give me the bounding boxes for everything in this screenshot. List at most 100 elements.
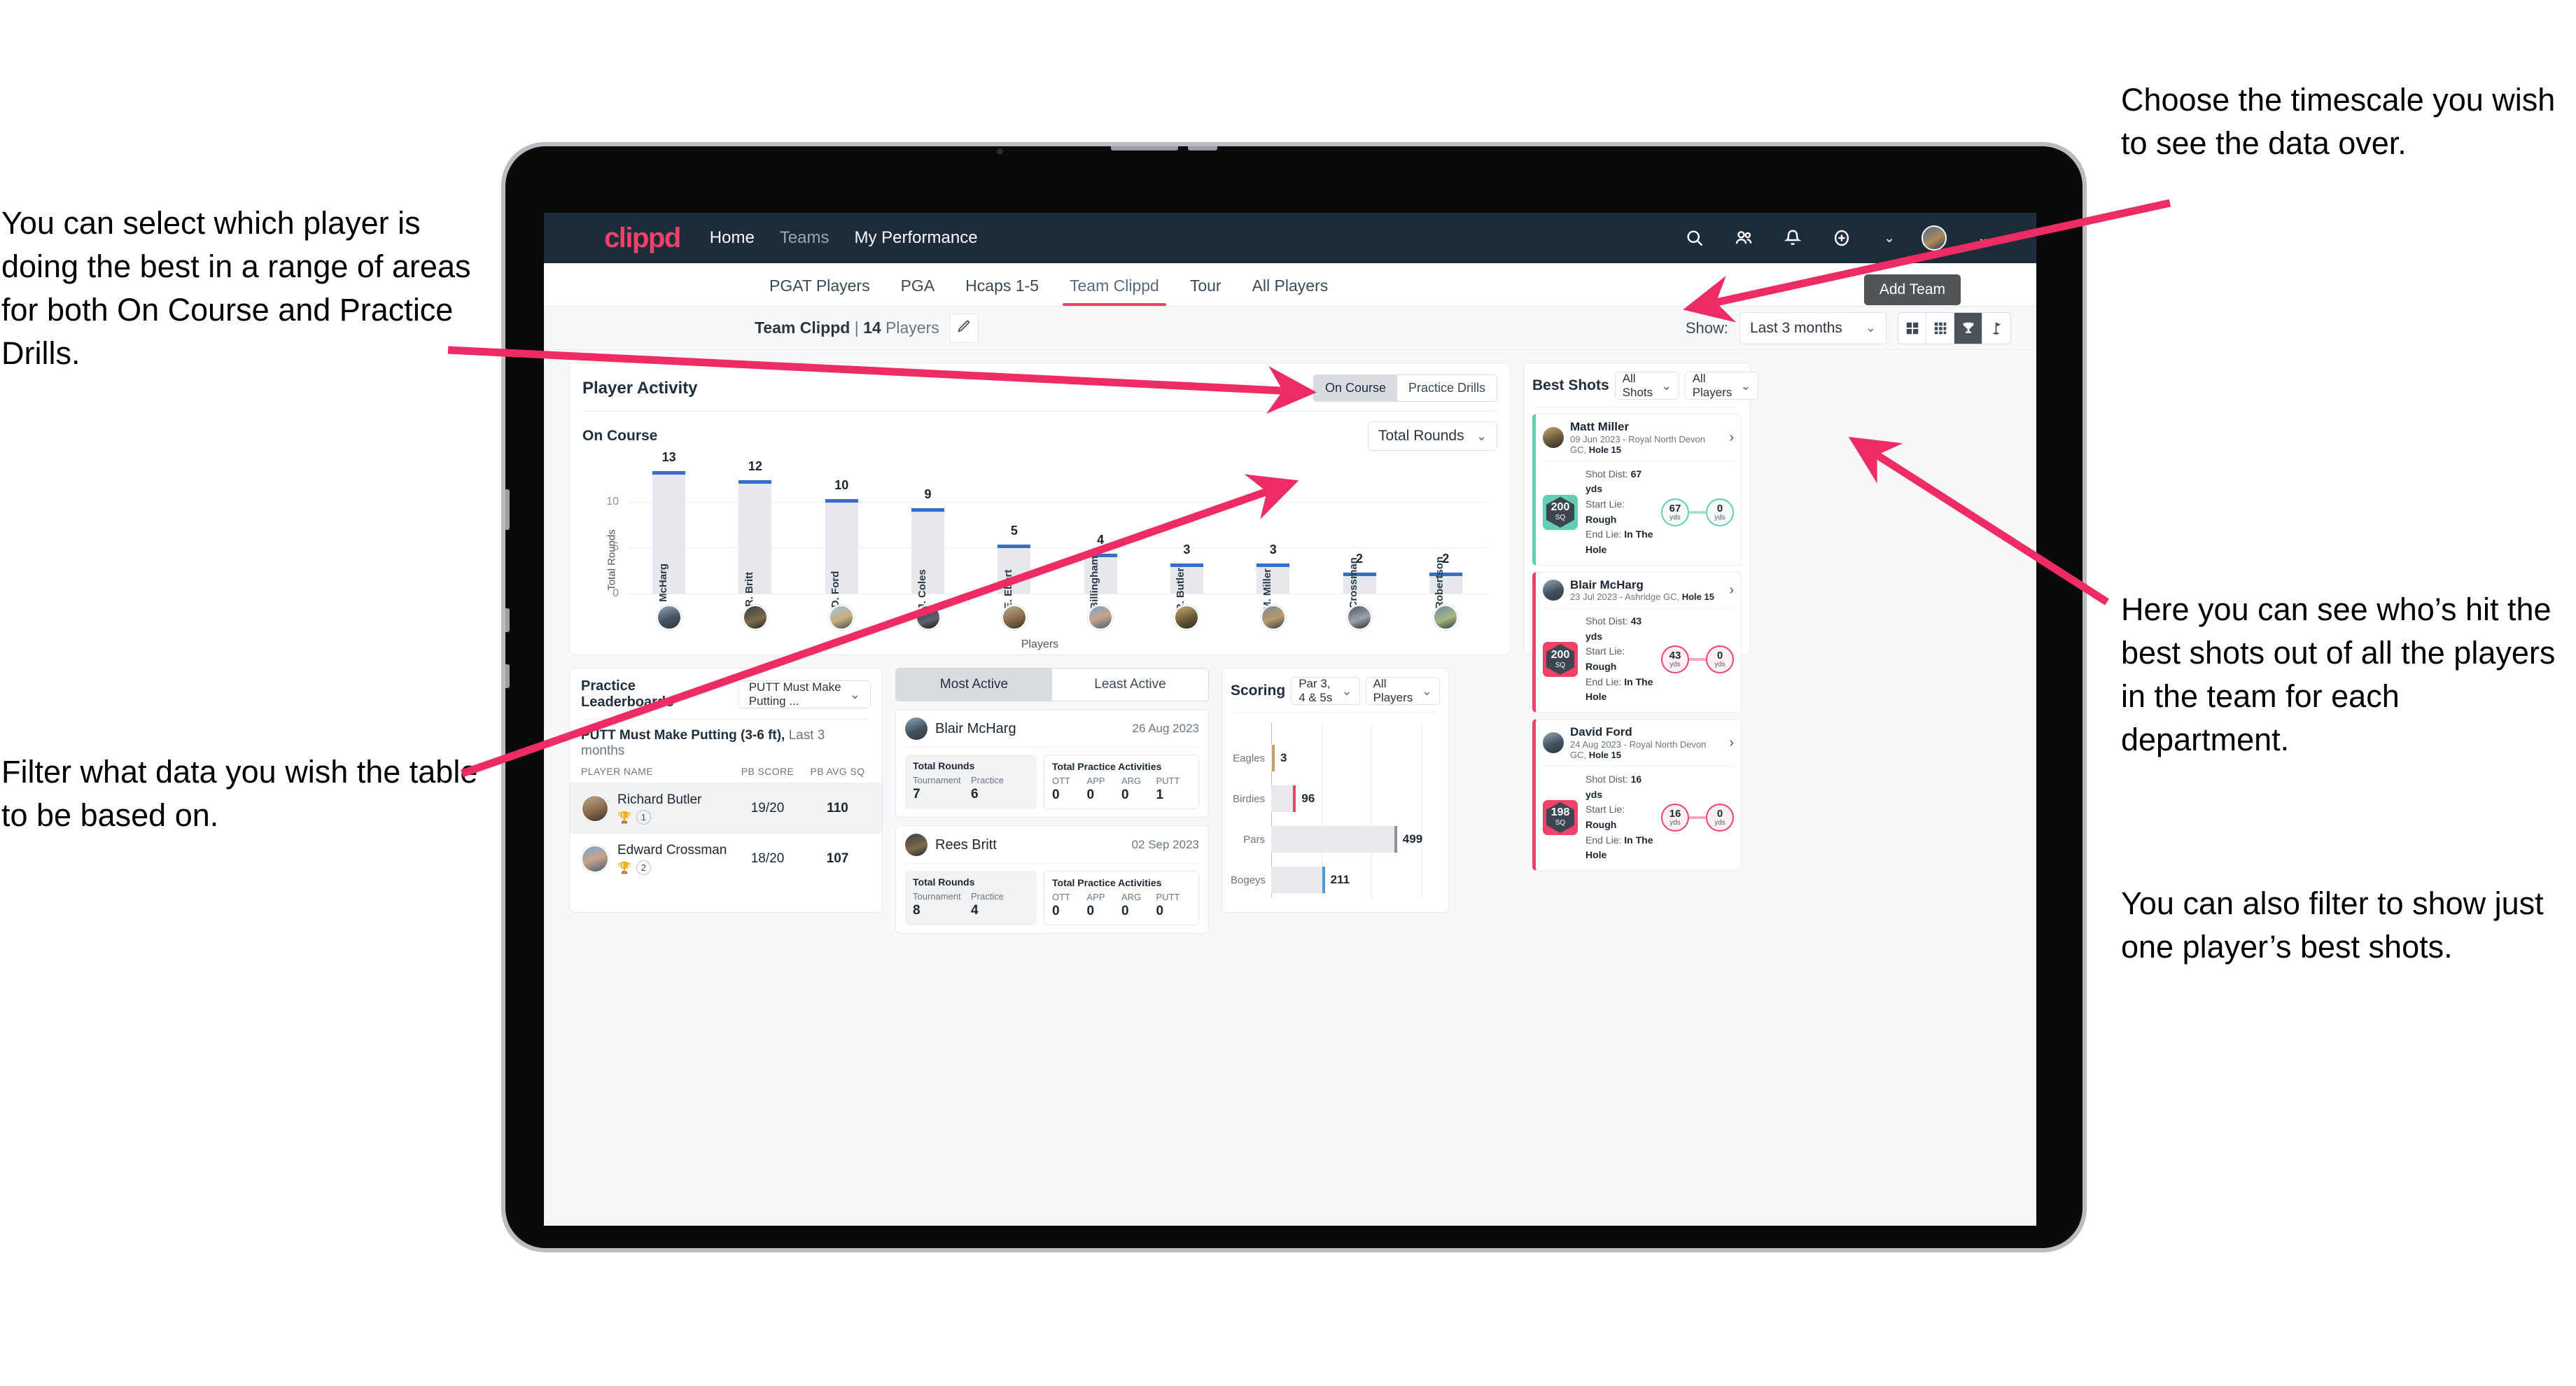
best-shots-player-filter[interactable]: All Players ⌄ <box>1684 372 1759 400</box>
chevron-right-icon[interactable]: › <box>1729 735 1734 751</box>
edit-team-button[interactable] <box>948 313 979 343</box>
activity-practice-value: 0 <box>1052 904 1060 918</box>
chart-bars: 13 B. McHarg 12 R. Britt 10 D. Ford 9 J. Coles 5… <box>626 450 1489 623</box>
player-avatar[interactable] <box>1174 605 1200 630</box>
user-avatar[interactable] <box>1921 225 1947 251</box>
chart-bar-category: D. Ford <box>830 570 842 608</box>
chart-bar-cap <box>652 471 686 475</box>
player-avatar[interactable] <box>1347 605 1373 630</box>
best-shot-card[interactable]: David Ford 24 Aug 2023 - Royal North Devo… <box>1532 719 1742 871</box>
chart-bar[interactable]: 13 B. McHarg <box>652 450 686 615</box>
scoring-category-label: Pars <box>1243 833 1265 846</box>
chart-bar-column[interactable]: 12 R. Britt <box>712 459 798 607</box>
scoring-bar-row[interactable]: Bogeys 211 <box>1231 867 1440 893</box>
nav-item-my-performance[interactable]: My Performance <box>855 228 978 248</box>
trophy-icon[interactable] <box>1954 312 1982 344</box>
tab-all-players[interactable]: All Players <box>1237 276 1344 306</box>
scoring-player-filter[interactable]: All Players ⌄ <box>1365 677 1440 705</box>
segment-practice-drills[interactable]: Practice Drills <box>1396 375 1497 401</box>
chart-bar-category: E. Ebert <box>1002 569 1014 610</box>
search-icon[interactable] <box>1684 227 1706 249</box>
tab-team-clippd[interactable]: Team Clippd <box>1054 276 1175 306</box>
player-avatar[interactable] <box>1088 605 1114 630</box>
people-icon[interactable] <box>1732 227 1755 249</box>
scoring-bar-row[interactable]: Eagles 3 <box>1231 745 1440 771</box>
chart-bar-column[interactable]: 10 D. Ford <box>799 465 885 608</box>
scoring-bar[interactable] <box>1271 785 1296 812</box>
chevron-down-icon: ⌄ <box>1421 683 1432 698</box>
bell-icon[interactable] <box>1782 227 1804 249</box>
grid-small-icon[interactable] <box>1926 312 1954 344</box>
scoring-bar-row[interactable]: Pars 499 <box>1231 826 1440 853</box>
chart-bar[interactable]: 2 E. Crossman <box>1343 552 1376 622</box>
chart-bar[interactable]: 3 R. Butler <box>1170 542 1203 611</box>
drill-select[interactable]: PUTT Must Make Putting ... ⌄ <box>738 680 871 708</box>
activity-player-card[interactable]: Blair McHarg 26 Aug 2023 Total Rounds Tourn… <box>895 709 1209 818</box>
best-shot-identity: Matt Miller 09 Jun 2023 - Royal North Dev… <box>1570 420 1723 456</box>
activity-practice-value: 0 <box>1121 788 1129 802</box>
chart-bar[interactable]: 10 D. Ford <box>825 478 858 608</box>
scoring-par-filter[interactable]: Par 3, 4 & 5s ⌄ <box>1291 677 1360 705</box>
chart-bar-column[interactable]: 2 E. Crossman <box>1316 465 1402 622</box>
tab-tour[interactable]: Tour <box>1175 276 1237 306</box>
scoring-bar-row[interactable]: Birdies 96 <box>1231 785 1440 812</box>
chart-bar-column[interactable]: 13 B. McHarg <box>626 450 712 615</box>
tab-most-active[interactable]: Most Active <box>896 668 1052 701</box>
player-avatar[interactable] <box>1260 605 1286 630</box>
chart-bar[interactable]: 4 D. Billingham <box>1084 533 1117 623</box>
chart-bar[interactable]: 2 C. Robertson <box>1429 552 1462 622</box>
shot-quality-value: 200 <box>1550 501 1570 514</box>
chevron-right-icon[interactable]: › <box>1729 430 1734 446</box>
clippd-logo[interactable]: clippd <box>604 223 681 254</box>
flag-icon[interactable] <box>1982 312 2010 344</box>
nav-item-teams[interactable]: Teams <box>780 228 830 248</box>
player-avatar[interactable] <box>1001 605 1027 630</box>
player-avatar[interactable] <box>915 605 941 630</box>
chart-bar-column[interactable]: 2 C. Robertson <box>1403 465 1489 622</box>
activity-practice-col: PUTT 1 <box>1156 776 1191 803</box>
best-shots-shot-filter[interactable]: All Shots ⌄ <box>1614 372 1679 400</box>
leaderboard-row[interactable]: Edward Crossman 🏆 2 18/20 107 <box>570 834 882 884</box>
best-shot-details: Shot Dist: 67 yds Start Lie: Rough End Lie… <box>1586 467 1653 558</box>
player-avatar[interactable] <box>829 605 855 630</box>
plus-chevron-down-icon[interactable]: ⌄ <box>1884 230 1895 246</box>
player-avatar <box>1543 427 1564 449</box>
tab-least-active[interactable]: Least Active <box>1052 668 1208 701</box>
best-shot-card[interactable]: Matt Miller 09 Jun 2023 - Royal North Dev… <box>1532 414 1742 566</box>
scoring-bar[interactable] <box>1271 745 1275 771</box>
tab-hcaps-1-5[interactable]: Hcaps 1-5 <box>950 276 1054 306</box>
chart-bar-column[interactable]: 5 E. Ebert <box>971 465 1057 609</box>
chart-bar[interactable]: 5 E. Ebert <box>997 524 1031 609</box>
activity-practice-key: PUTT <box>1156 776 1180 786</box>
tab-pgat-players[interactable]: PGAT Players <box>754 276 886 306</box>
chart-bar[interactable]: 3 M. Miller <box>1256 542 1290 610</box>
chart-bar-column[interactable]: 3 R. Butler <box>1144 465 1230 611</box>
nav-item-home[interactable]: Home <box>710 228 755 248</box>
activity-player-card[interactable]: Rees Britt 02 Sep 2023 Total Rounds Tournam… <box>895 825 1209 934</box>
avatar-chevron-down-icon[interactable]: ⌄ <box>1977 230 1989 246</box>
scoring-bar-value: 3 <box>1280 751 1287 764</box>
plus-circle-icon[interactable] <box>1830 227 1853 249</box>
best-shot-card[interactable]: Blair McHarg 23 Jul 2023 - Ashridge GC, H… <box>1532 571 1742 713</box>
player-avatar[interactable] <box>742 605 768 630</box>
timescale-select[interactable]: Last 3 months ⌄ <box>1740 312 1886 344</box>
scoring-bar[interactable] <box>1271 867 1325 893</box>
chart-bar-column[interactable]: 4 D. Billingham <box>1057 465 1143 623</box>
chart-bar-column[interactable]: 3 M. Miller <box>1230 465 1316 610</box>
metric-select[interactable]: Total Rounds ⌄ <box>1368 421 1497 451</box>
leaderboard-row[interactable]: Richard Butler 🏆 1 19/20 110 <box>570 783 882 834</box>
activity-round-col: Tournament 8 <box>913 891 971 918</box>
tablet-side-button-1 <box>505 489 510 530</box>
chart-bar-column[interactable]: 9 J. Coles <box>885 465 971 610</box>
trophy-icon: 🏆 <box>617 811 631 824</box>
tab-pga[interactable]: PGA <box>886 276 951 306</box>
total-practice-cols: OTT 0 APP 0 ARG 0 PUTT 1 <box>1052 776 1191 803</box>
player-avatar[interactable] <box>656 605 682 630</box>
segment-on-course[interactable]: On Course <box>1313 375 1397 401</box>
scoring-bar[interactable] <box>1271 826 1397 853</box>
grid-large-icon[interactable] <box>1898 312 1926 344</box>
player-avatar[interactable] <box>1433 605 1459 630</box>
chart-bar[interactable]: 12 R. Britt <box>738 459 772 607</box>
chart-bar[interactable]: 9 J. Coles <box>911 487 945 610</box>
chevron-right-icon[interactable]: › <box>1729 582 1734 598</box>
